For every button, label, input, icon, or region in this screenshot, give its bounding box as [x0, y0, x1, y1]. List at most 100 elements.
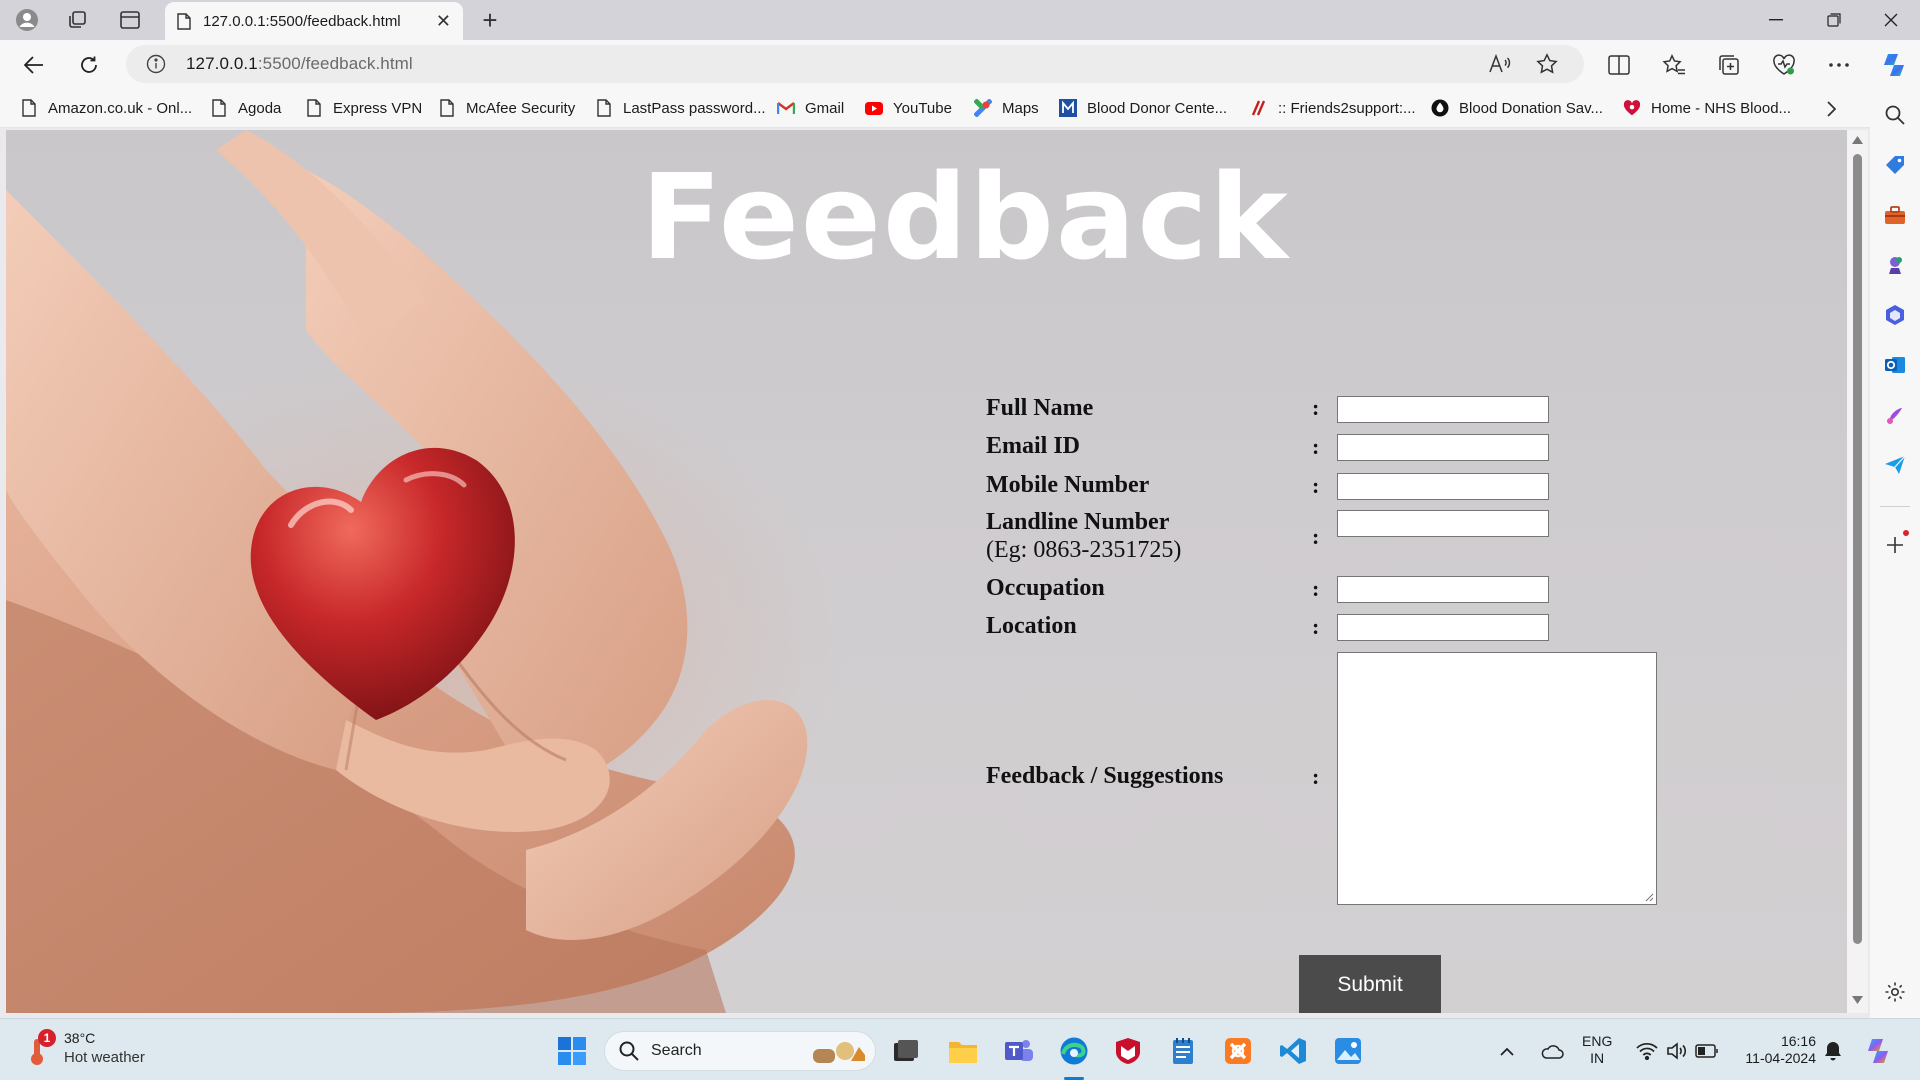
refresh-icon[interactable]	[71, 47, 107, 83]
mobile-field[interactable]	[1337, 473, 1549, 500]
colon: :	[1312, 614, 1320, 639]
split-screen-icon[interactable]	[1601, 48, 1637, 82]
vertical-tabs-icon[interactable]	[113, 4, 147, 36]
landline-field[interactable]	[1337, 510, 1549, 537]
close-tab-icon[interactable]: ✕	[436, 11, 451, 32]
page-icon	[20, 99, 38, 117]
collections-icon[interactable]	[1711, 48, 1747, 82]
bookmark-blood-donation-saves[interactable]: Blood Donation Sav...	[1431, 97, 1603, 119]
task-view-icon[interactable]	[886, 1031, 926, 1071]
full-name-field[interactable]	[1337, 396, 1549, 423]
weather-desc[interactable]: Hot weather	[64, 1049, 145, 1066]
region-code: IN	[1590, 1050, 1605, 1066]
workspaces-icon[interactable]	[60, 4, 94, 36]
browser-toolbar: 127.0.0.1:5500/feedback.html	[0, 40, 1920, 88]
send-icon[interactable]	[1878, 448, 1912, 482]
scroll-down-arrow-icon[interactable]	[1852, 996, 1863, 1004]
bookmark-mcafee[interactable]: McAfee Security	[438, 97, 575, 119]
active-tab[interactable]: 127.0.0.1:5500/feedback.html ✕	[165, 2, 463, 40]
file-explorer-icon[interactable]	[943, 1031, 983, 1071]
bookmark-agoda[interactable]: Agoda	[210, 97, 281, 119]
bookmark-maps[interactable]: Maps	[974, 97, 1039, 119]
address-bar[interactable]: 127.0.0.1:5500/feedback.html	[126, 45, 1584, 83]
windows-taskbar: 1 38°C Hot weather Search ENG IN 16:16 1…	[0, 1018, 1920, 1080]
bookmarks-overflow-chevron-icon[interactable]	[1826, 98, 1836, 120]
clock[interactable]: 16:16 11-04-2024	[1738, 1033, 1816, 1067]
feedback-textarea[interactable]	[1337, 652, 1657, 905]
search-icon	[619, 1041, 639, 1061]
bookmark-amazon[interactable]: Amazon.co.uk - Onl...	[20, 97, 192, 119]
weather-icon[interactable]: 1	[22, 1029, 58, 1069]
restore-button[interactable]	[1805, 0, 1863, 40]
submit-button[interactable]: Submit	[1299, 955, 1441, 1013]
search-icon[interactable]	[1878, 98, 1912, 132]
occupation-field[interactable]	[1337, 576, 1549, 603]
notifications-bell-icon[interactable]	[1816, 1031, 1850, 1071]
weather-temp[interactable]: 38°C	[64, 1030, 95, 1046]
copilot-icon[interactable]	[1876, 48, 1912, 82]
language-indicator[interactable]: ENG IN	[1582, 1033, 1612, 1067]
scroll-up-arrow-icon[interactable]	[1852, 136, 1863, 144]
bookmark-youtube[interactable]: YouTube	[865, 97, 952, 119]
page-viewport: Feedback Full Name : Email ID : Mobile N…	[6, 130, 1847, 1013]
notification-dot	[1903, 530, 1909, 536]
designer-icon[interactable]	[1878, 398, 1912, 432]
bookmarks-bar: Amazon.co.uk - Onl... Agoda Express VPN …	[0, 88, 1878, 128]
add-sidebar-app-icon[interactable]	[1878, 528, 1912, 562]
profile-icon[interactable]	[10, 4, 44, 36]
volume-icon[interactable]	[1660, 1031, 1694, 1071]
outlook-icon[interactable]	[1878, 348, 1912, 382]
taskbar-search-box[interactable]: Search	[604, 1031, 876, 1071]
landline-label: Landline Number	[986, 509, 1170, 535]
page-scrollbar[interactable]	[1847, 130, 1868, 1013]
blood-donation-icon	[1431, 99, 1449, 117]
notepad-icon[interactable]	[1163, 1031, 1203, 1071]
minimize-button[interactable]	[1747, 0, 1805, 40]
email-field[interactable]	[1337, 434, 1549, 461]
battery-icon[interactable]	[1690, 1031, 1724, 1071]
new-tab-button[interactable]: +	[473, 5, 507, 35]
microsoft-365-icon[interactable]	[1878, 298, 1912, 332]
wifi-icon[interactable]	[1630, 1031, 1664, 1071]
photos-app-icon[interactable]	[1328, 1031, 1368, 1071]
bookmark-nhs-blood[interactable]: Home - NHS Blood...	[1623, 97, 1791, 119]
colon: :	[1312, 434, 1320, 459]
page-icon	[438, 99, 456, 117]
mcafee-icon[interactable]	[1108, 1031, 1148, 1071]
games-icon[interactable]	[1878, 248, 1912, 282]
sidebar-settings-gear-icon[interactable]	[1878, 975, 1912, 1009]
page-icon	[177, 12, 191, 30]
bookmark-lastpass[interactable]: LastPass password...	[595, 97, 766, 119]
back-icon[interactable]	[16, 47, 52, 83]
favorites-icon[interactable]	[1656, 48, 1692, 82]
bookmark-blood-donor-centre[interactable]: Blood Donor Cente...	[1059, 97, 1227, 119]
resize-grip-icon[interactable]	[1644, 892, 1654, 902]
tools-icon[interactable]	[1878, 198, 1912, 232]
feedback-label: Feedback / Suggestions	[986, 763, 1224, 789]
favorite-star-icon[interactable]	[1536, 53, 1558, 78]
clock-time: 16:16	[1780, 1033, 1816, 1049]
site-info-icon[interactable]	[146, 54, 166, 77]
scrollbar-thumb[interactable]	[1853, 154, 1862, 944]
copilot-taskbar-icon[interactable]	[1858, 1031, 1898, 1071]
tray-chevron-up-icon[interactable]	[1493, 1031, 1521, 1071]
teams-icon[interactable]	[999, 1031, 1039, 1071]
bookmark-express-vpn[interactable]: Express VPN	[305, 97, 422, 119]
url-text[interactable]: 127.0.0.1:5500/feedback.html	[186, 54, 413, 74]
close-window-button[interactable]	[1862, 0, 1920, 40]
onedrive-cloud-icon[interactable]	[1534, 1031, 1570, 1071]
xampp-icon[interactable]	[1218, 1031, 1258, 1071]
sidebar-divider	[1880, 506, 1910, 507]
windows-start-icon[interactable]	[552, 1031, 592, 1071]
email-label: Email ID	[986, 433, 1081, 459]
browser-essentials-icon[interactable]	[1766, 48, 1802, 82]
more-menu-icon[interactable]	[1821, 48, 1857, 82]
shopping-tag-icon[interactable]	[1878, 148, 1912, 182]
location-field[interactable]	[1337, 614, 1549, 641]
edge-browser-icon[interactable]	[1054, 1031, 1094, 1080]
read-aloud-icon[interactable]	[1488, 53, 1512, 78]
bookmark-gmail[interactable]: Gmail	[777, 97, 844, 119]
vscode-icon[interactable]	[1273, 1031, 1313, 1071]
page-icon	[210, 99, 228, 117]
bookmark-friends2support[interactable]: :: Friends2support:...	[1250, 97, 1416, 119]
